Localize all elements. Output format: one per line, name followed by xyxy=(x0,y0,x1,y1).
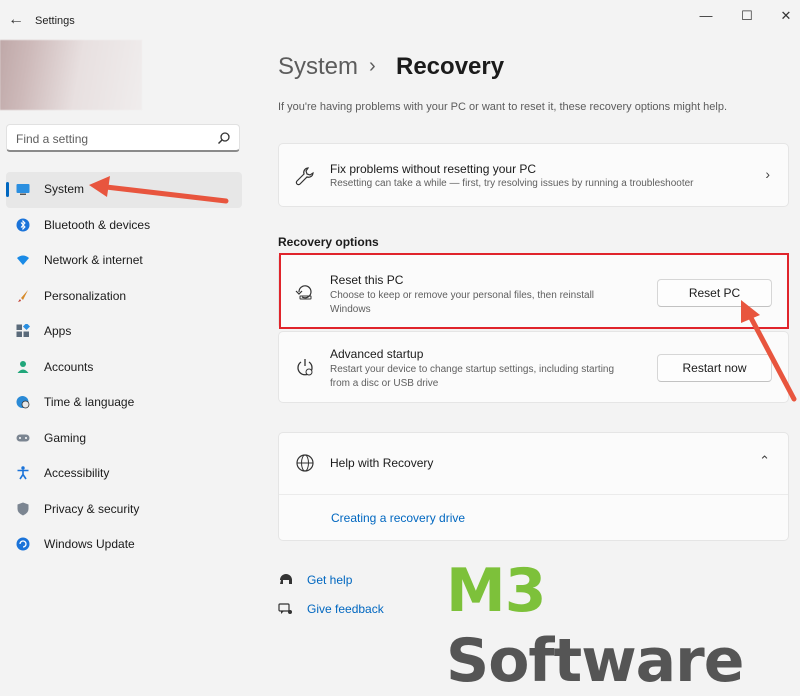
sidebar-item-label: Privacy & security xyxy=(44,501,140,516)
active-indicator xyxy=(6,182,9,197)
reset-icon xyxy=(295,285,312,300)
give-feedback-link[interactable]: Give feedback xyxy=(307,602,384,616)
apps-icon xyxy=(16,324,30,337)
gamepad-icon xyxy=(16,434,30,441)
page-title: Recovery xyxy=(396,53,505,80)
sidebar-item-label: Bluetooth & devices xyxy=(44,217,151,232)
wifi-icon xyxy=(17,255,29,265)
maximize-button[interactable]: ☐ xyxy=(733,6,761,26)
update-icon xyxy=(16,537,30,551)
app-title: Settings xyxy=(35,15,75,27)
divider xyxy=(279,494,788,495)
search-input[interactable]: Find a setting xyxy=(6,124,240,152)
minimize-button[interactable]: — xyxy=(692,6,720,26)
shield-icon xyxy=(17,502,29,515)
globe-icon xyxy=(296,454,314,472)
sidebar-item-label: Windows Update xyxy=(44,537,135,551)
chevron-up-icon[interactable]: ⌃ xyxy=(759,453,770,469)
sidebar-item-personalization[interactable]: Personalization xyxy=(6,279,242,315)
sidebar-item-windows-update[interactable]: Windows Update xyxy=(6,527,242,563)
sidebar-item-bluetooth[interactable]: Bluetooth & devices xyxy=(6,208,242,244)
monitor-icon xyxy=(16,184,30,195)
breadcrumb-parent[interactable]: System xyxy=(278,53,358,81)
subtitle-line: from a disc or USB drive xyxy=(330,378,439,389)
sidebar-item-label: Apps xyxy=(44,324,72,338)
reset-card-title: Reset this PC xyxy=(330,273,404,287)
bluetooth-icon xyxy=(16,218,30,231)
reset-pc-button[interactable]: Reset PC xyxy=(657,279,772,307)
feedback-icon xyxy=(278,603,292,614)
reset-pc-card: Reset this PC Choose to keep or remove y… xyxy=(278,253,789,329)
intro-text: If you're having problems with your PC o… xyxy=(278,101,728,113)
watermark-software: Software xyxy=(446,626,744,696)
sidebar-item-label: Time & language xyxy=(44,395,135,409)
sidebar-item-network[interactable]: Network & internet xyxy=(6,243,242,279)
sidebar-item-apps[interactable]: Apps xyxy=(6,314,242,350)
sidebar-item-privacy-security[interactable]: Privacy & security xyxy=(6,492,242,528)
accessibility-icon xyxy=(17,466,29,480)
fix-card-subtitle: Resetting can take a while — first, try … xyxy=(330,178,694,189)
subtitle-line: Windows xyxy=(330,304,371,315)
avatar[interactable] xyxy=(0,40,142,110)
reset-card-subtitle: Choose to keep or remove your personal f… xyxy=(330,289,594,317)
sidebar-item-accessibility[interactable]: Accessibility xyxy=(6,456,242,492)
breadcrumb-separator: › xyxy=(369,55,376,77)
person-icon xyxy=(17,360,29,373)
watermark-logo: M3 Software xyxy=(446,556,800,696)
globe-clock-icon xyxy=(16,396,30,409)
back-arrow-icon[interactable]: ← xyxy=(6,10,26,30)
fix-problems-card[interactable]: Fix problems without resetting your PC R… xyxy=(278,143,789,207)
advanced-startup-icon xyxy=(297,359,313,376)
sidebar-item-label: Accounts xyxy=(44,359,94,374)
advanced-card-subtitle: Restart your device to change startup se… xyxy=(330,363,614,391)
search-icon[interactable] xyxy=(217,131,231,145)
sidebar-item-label: Personalization xyxy=(44,288,127,303)
sidebar-item-system[interactable]: System xyxy=(6,172,242,208)
help-with-recovery-card: Help with Recovery ⌃ Creating a recovery… xyxy=(278,432,789,541)
advanced-card-title: Advanced startup xyxy=(330,347,424,361)
get-help-icon xyxy=(280,574,292,584)
search-placeholder: Find a setting xyxy=(16,132,89,146)
sidebar-item-label: Gaming xyxy=(44,430,87,445)
brush-icon xyxy=(18,289,28,302)
sidebar-item-time-language[interactable]: Time & language xyxy=(6,385,242,421)
recovery-drive-link[interactable]: Creating a recovery drive xyxy=(331,511,465,525)
sidebar-item-accounts[interactable]: Accounts xyxy=(6,350,242,386)
watermark-m3: M3 xyxy=(446,556,546,626)
wrench-icon xyxy=(295,167,314,186)
sidebar-nav: System Bluetooth & devices Network & int… xyxy=(6,172,242,563)
close-button[interactable]: ✕ xyxy=(772,6,800,26)
section-heading: Recovery options xyxy=(278,235,379,249)
sidebar-item-label: System xyxy=(44,182,85,196)
sidebar-item-label: Accessibility xyxy=(44,466,110,480)
help-card-title[interactable]: Help with Recovery xyxy=(330,456,433,470)
subtitle-line: Choose to keep or remove your personal f… xyxy=(330,290,595,301)
chevron-right-icon: › xyxy=(765,166,770,182)
sidebar-item-gaming[interactable]: Gaming xyxy=(6,421,242,457)
title-bar: ← Settings — ☐ ✕ xyxy=(0,0,800,40)
fix-card-title: Fix problems without resetting your PC xyxy=(330,162,537,176)
restart-now-button[interactable]: Restart now xyxy=(657,354,772,382)
get-help-link[interactable]: Get help xyxy=(307,573,352,587)
advanced-startup-card: Advanced startup Restart your device to … xyxy=(278,331,789,403)
sidebar-item-label: Network & internet xyxy=(44,253,143,267)
subtitle-line: Restart your device to change startup se… xyxy=(330,364,615,375)
